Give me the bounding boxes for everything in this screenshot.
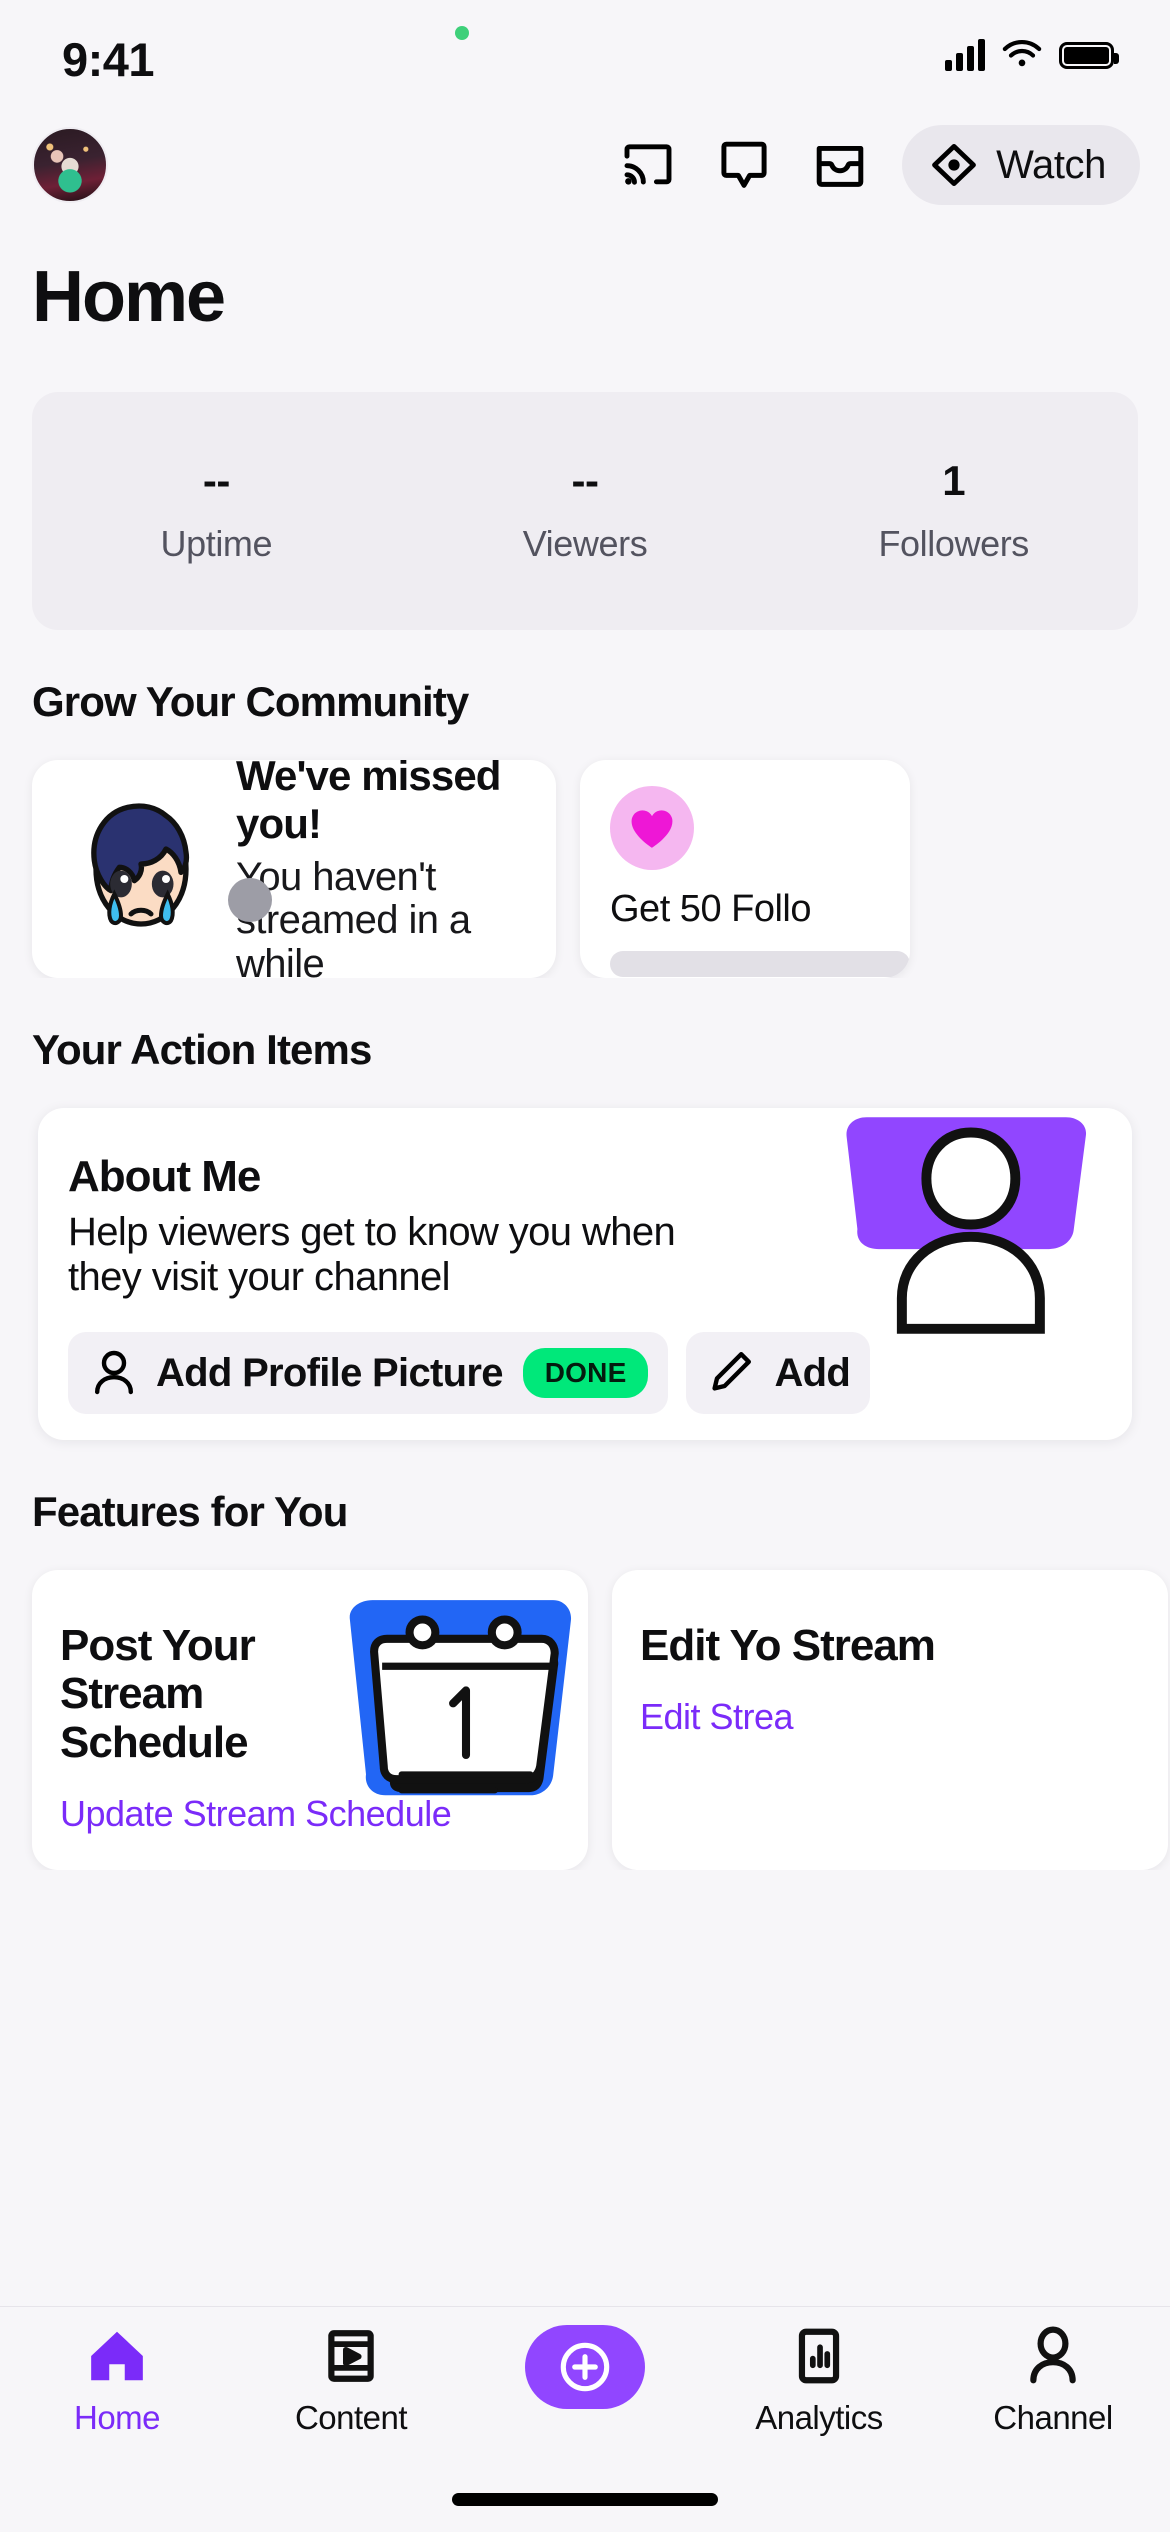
content-icon bbox=[328, 2330, 374, 2382]
feature-card-stream-schedule[interactable]: Post Your Stream Schedule Update Stream … bbox=[32, 1570, 588, 1870]
stat-viewers[interactable]: -- Viewers bbox=[401, 457, 770, 565]
bottom-navigation-bar: Home Content Analytics Channel bbox=[0, 2306, 1170, 2532]
purple-person-illustration-icon bbox=[822, 1108, 1132, 1338]
crying-anime-emoji-icon bbox=[56, 794, 226, 944]
nav-label: Home bbox=[73, 2399, 161, 2436]
recording-indicator-dot bbox=[455, 26, 469, 40]
pencil-icon bbox=[712, 1352, 752, 1391]
grow-card-desc: You haven't streamed in a while bbox=[236, 855, 471, 978]
nav-label: Content bbox=[294, 2399, 408, 2436]
wifi-icon bbox=[1002, 39, 1042, 67]
stats-card: -- Uptime -- Viewers 1 Followers bbox=[32, 392, 1138, 630]
followers-progress-bar bbox=[610, 951, 910, 977]
avatar[interactable] bbox=[32, 127, 108, 203]
cast-icon[interactable] bbox=[600, 127, 696, 203]
feature-card-link[interactable]: Update Stream Schedule bbox=[60, 1793, 452, 1835]
nav-item-analytics[interactable]: Analytics bbox=[702, 2325, 936, 2437]
section-title-action-items: Your Action Items bbox=[32, 1026, 372, 1073]
nav-item-content[interactable]: Content bbox=[234, 2325, 468, 2437]
chat-bubble-icon[interactable] bbox=[696, 127, 792, 203]
go-live-plus-icon[interactable] bbox=[525, 2325, 645, 2409]
nav-item-home[interactable]: Home bbox=[0, 2325, 234, 2437]
add-bio-button[interactable]: Add bbox=[686, 1332, 871, 1414]
feature-card-text: Edit Yo Stream Edit Strea bbox=[612, 1570, 942, 1738]
action-item-card-about-me[interactable]: About Me Help viewers get to know you wh… bbox=[38, 1108, 1132, 1440]
grow-card-followers-goal[interactable]: Get 50 Follo bbox=[580, 760, 910, 978]
add-profile-picture-button[interactable]: Add Profile Picture DONE bbox=[68, 1332, 669, 1414]
grow-card-status-dot bbox=[228, 878, 272, 922]
feature-link-label: Update Stream Schedule bbox=[60, 1793, 452, 1835]
features-carousel[interactable]: Post Your Stream Schedule Update Stream … bbox=[0, 1536, 1170, 1870]
action-button-label: Add Profile Picture bbox=[156, 1350, 503, 1395]
battery-icon bbox=[1059, 41, 1119, 69]
action-item-title: About Me bbox=[68, 1152, 261, 1201]
stat-value: -- bbox=[202, 457, 230, 504]
action-item-buttons: Add Profile Picture DONE Add bbox=[68, 1332, 871, 1414]
stat-value: -- bbox=[571, 457, 599, 504]
grow-card-missed-you[interactable]: We've missed you! You haven't streamed i… bbox=[32, 760, 556, 978]
feature-link-label: Edit Strea bbox=[640, 1696, 794, 1738]
person-icon bbox=[95, 1350, 133, 1395]
home-icon bbox=[91, 2331, 143, 2381]
grow-card-title: We've missed you! bbox=[236, 760, 501, 848]
home-indicator bbox=[452, 2493, 718, 2506]
status-badge: DONE bbox=[522, 1348, 649, 1398]
grow-card-label: Get 50 Follo bbox=[610, 888, 812, 930]
eye-icon bbox=[932, 143, 976, 187]
action-item-desc: Help viewers get to know you when they v… bbox=[68, 1210, 676, 1299]
feature-card-link[interactable]: Edit Strea bbox=[640, 1696, 942, 1738]
nav-label: Analytics bbox=[755, 2399, 883, 2436]
stat-label: Followers bbox=[878, 523, 1029, 564]
page-title: Home bbox=[32, 257, 226, 337]
channel-person-icon bbox=[1030, 2326, 1076, 2384]
grow-carousel[interactable]: We've missed you! You haven't streamed i… bbox=[0, 726, 1170, 978]
app-bar: Watch bbox=[0, 110, 1170, 220]
analytics-icon bbox=[798, 2328, 840, 2384]
action-button-label: Add bbox=[774, 1350, 851, 1395]
grow-card-text: We've missed you! You haven't streamed i… bbox=[226, 760, 534, 978]
section-title-grow: Grow Your Community bbox=[32, 678, 469, 725]
watch-label: Watch bbox=[996, 142, 1106, 187]
status-time: 9:41 bbox=[62, 32, 155, 86]
feature-card-edit-stream[interactable]: Edit Yo Stream Edit Strea bbox=[612, 1570, 1168, 1870]
section-title-features: Features for You bbox=[32, 1488, 348, 1535]
status-bar: 9:41 bbox=[0, 0, 1170, 110]
nav-item-go-live[interactable] bbox=[468, 2325, 702, 2421]
nav-item-channel[interactable]: Channel bbox=[936, 2325, 1170, 2437]
stat-uptime[interactable]: -- Uptime bbox=[32, 457, 401, 565]
heart-icon bbox=[610, 786, 694, 870]
stat-followers[interactable]: 1 Followers bbox=[769, 457, 1138, 565]
status-icons bbox=[945, 0, 1119, 110]
stat-value: 1 bbox=[942, 457, 966, 504]
app-bar-actions: Watch bbox=[600, 125, 1140, 205]
stat-label: Uptime bbox=[160, 523, 273, 564]
inbox-icon[interactable] bbox=[792, 127, 888, 203]
feature-card-title: Post Your Stream Schedule bbox=[60, 1621, 256, 1767]
feature-card-text: Post Your Stream Schedule Update Stream … bbox=[32, 1570, 452, 1835]
cellular-signal-icon bbox=[945, 39, 985, 71]
watch-button[interactable]: Watch bbox=[902, 125, 1140, 205]
feature-card-title: Edit Yo Stream bbox=[640, 1621, 936, 1670]
stat-label: Viewers bbox=[522, 523, 648, 564]
action-item-body: About Me Help viewers get to know you wh… bbox=[38, 1108, 678, 1300]
nav-label: Channel bbox=[993, 2399, 1113, 2436]
